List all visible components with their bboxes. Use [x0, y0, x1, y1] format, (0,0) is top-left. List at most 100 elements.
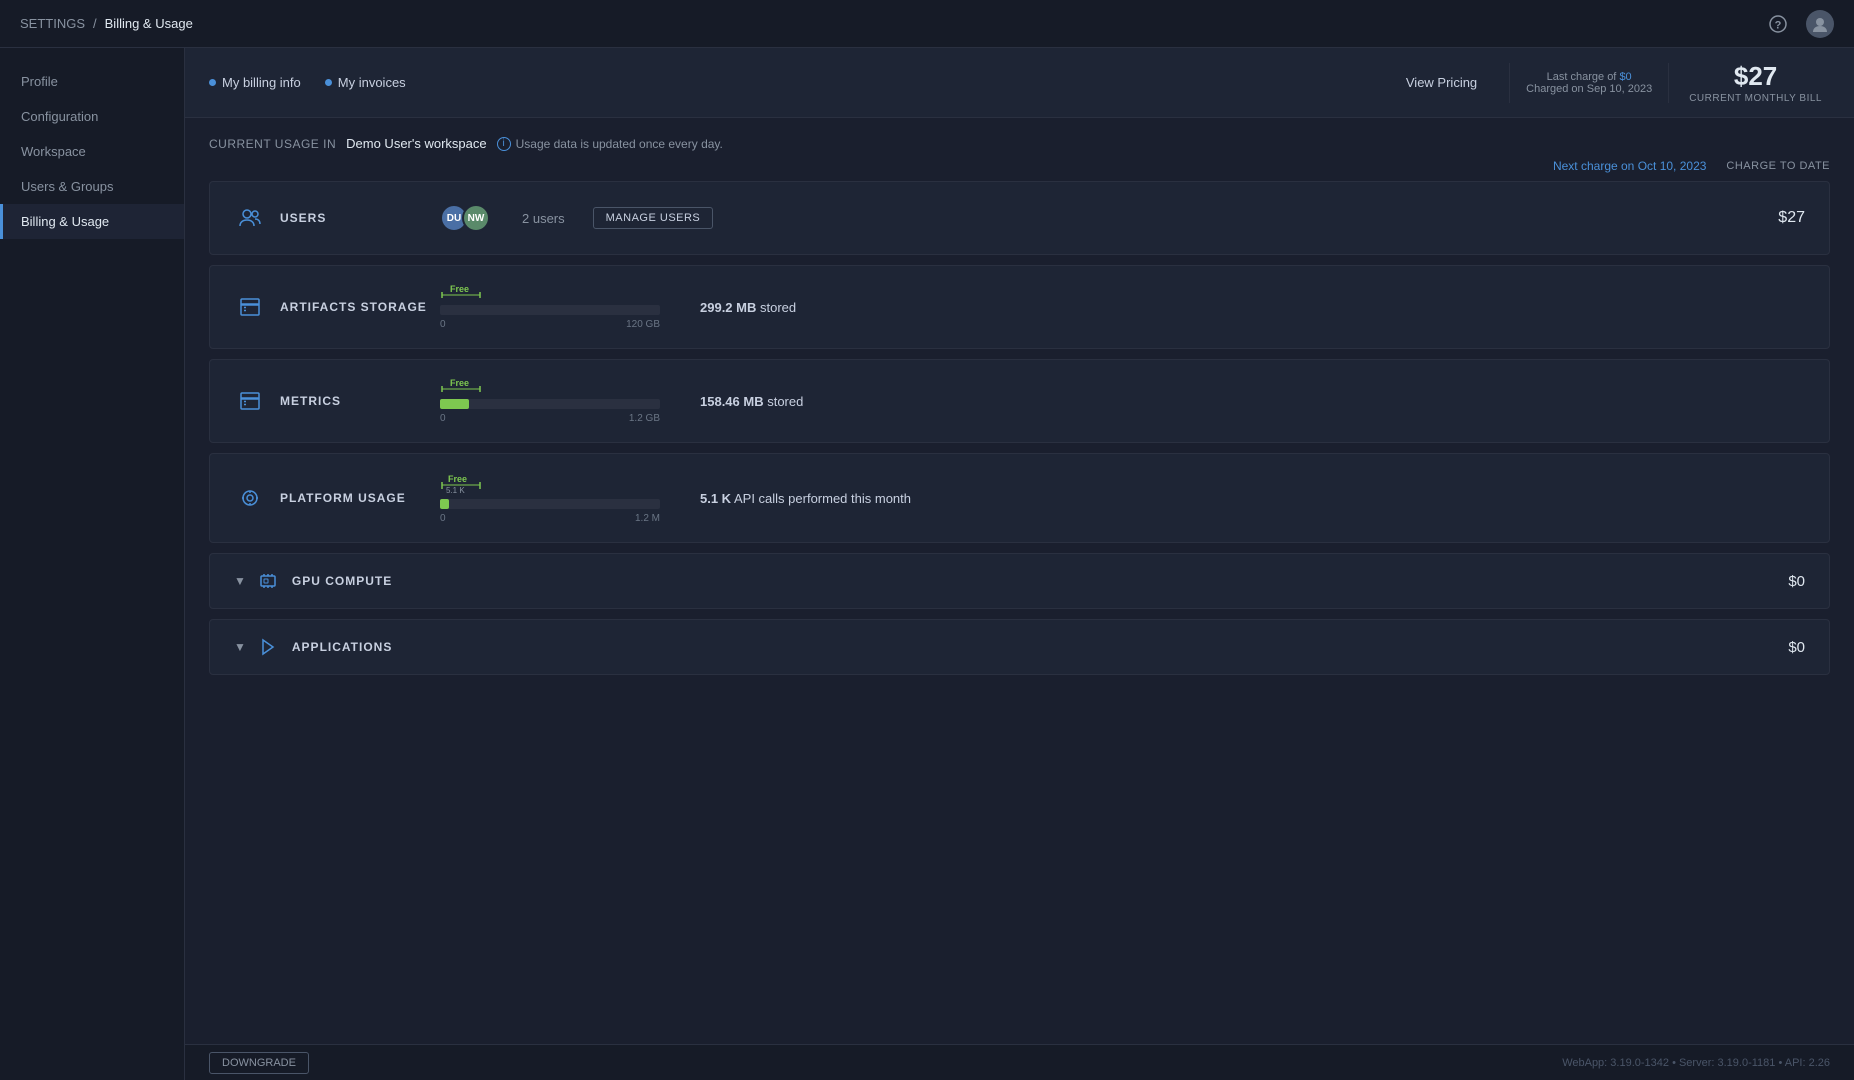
- platform-progress-bar: [440, 499, 660, 509]
- metrics-stored-text: 158.46 MB stored: [700, 394, 803, 409]
- avatar-group: DU NW: [440, 204, 490, 232]
- users-card-title: USERS: [280, 211, 440, 225]
- gpu-collapse-row[interactable]: ▼ GPU COMPUTE: [210, 554, 1829, 608]
- billing-divider-1: [1509, 63, 1510, 103]
- metrics-card-center: Free 0 1.2 GB 158.4: [440, 378, 1805, 424]
- gpu-card: ▼ GPU COMPUTE: [209, 553, 1830, 609]
- applications-collapse-row[interactable]: ▼ APPLICATIONS $0: [210, 620, 1829, 674]
- applications-card: ▼ APPLICATIONS $0: [209, 619, 1830, 675]
- artifacts-card-title: ARTIFACTS STORAGE: [280, 300, 440, 314]
- applications-chevron-icon: ▼: [234, 640, 246, 654]
- manage-users-button[interactable]: MANAGE USERS: [593, 207, 714, 229]
- info-icon: i: [497, 137, 511, 151]
- breadcrumb-settings: SETTINGS: [20, 16, 85, 31]
- artifacts-free-label-row: Free: [440, 284, 660, 300]
- metrics-icon: [234, 392, 266, 410]
- user-icon: [1811, 15, 1829, 33]
- metrics-card-row: METRICS Free: [210, 360, 1829, 442]
- artifacts-free-range-svg: Free: [440, 284, 500, 300]
- downgrade-button[interactable]: DOWNGRADE: [209, 1052, 309, 1074]
- metrics-bar-fill: [440, 399, 469, 409]
- version-text: WebApp: 3.19.0-1342 • Server: 3.19.0-118…: [1562, 1057, 1830, 1069]
- info-badge: i Usage data is updated once every day.: [497, 137, 723, 151]
- breadcrumb: SETTINGS / Billing & Usage: [20, 16, 193, 31]
- user-avatar-button[interactable]: [1806, 10, 1834, 38]
- monthly-bill-block: $27 CURRENT MONTHLY BILL: [1669, 61, 1830, 103]
- svg-text:Free: Free: [450, 378, 469, 388]
- artifacts-progress-range: 0 120 GB: [440, 319, 660, 330]
- billing-header: My billing info My invoices View Pricing…: [185, 48, 1854, 118]
- users-amount: $27: [1778, 209, 1805, 227]
- top-nav-icons: ?: [1764, 10, 1834, 38]
- help-button[interactable]: ?: [1764, 10, 1792, 38]
- platform-api-calls-text: 5.1 K API calls performed this month: [700, 491, 911, 506]
- billing-tab-info[interactable]: My billing info: [209, 75, 301, 90]
- usage-header-row: CURRENT USAGE IN Demo User's workspace i…: [185, 118, 1854, 157]
- tab-dot-invoices: [325, 79, 332, 86]
- applications-amount: $0: [1788, 639, 1805, 656]
- billing-tabs: My billing info My invoices: [209, 75, 406, 90]
- artifacts-progress-container: Free 0 120 GB: [440, 284, 660, 330]
- help-icon: ?: [1769, 15, 1787, 33]
- svg-text:5.1 K: 5.1 K: [446, 486, 465, 494]
- metrics-progress-container: Free 0 1.2 GB: [440, 378, 660, 424]
- view-pricing-button[interactable]: View Pricing: [1390, 69, 1493, 96]
- platform-progress-range: 0 1.2 M: [440, 513, 660, 524]
- sidebar-item-configuration[interactable]: Configuration: [0, 99, 184, 134]
- sidebar-item-workspace[interactable]: Workspace: [0, 134, 184, 169]
- metrics-free-range-svg: Free: [440, 378, 500, 394]
- gpu-icon: [256, 572, 280, 590]
- platform-card-row: PLATFORM USAGE Free 5.1 K: [210, 454, 1829, 542]
- artifacts-progress-bar: [440, 305, 660, 315]
- gpu-chevron-icon: ▼: [234, 574, 246, 588]
- metrics-progress-range: 0 1.2 GB: [440, 413, 660, 424]
- svg-text:Free: Free: [448, 474, 467, 484]
- gpu-amount: $0: [1788, 573, 1805, 590]
- platform-bar-fill: [440, 499, 449, 509]
- main-content: My billing info My invoices View Pricing…: [185, 48, 1854, 1080]
- artifacts-card-center: Free 0 120 GB 299.2: [440, 284, 1805, 330]
- metrics-free-label-row: Free: [440, 378, 660, 394]
- users-icon: [234, 209, 266, 227]
- platform-free-range-svg: Free 5.1 K: [440, 472, 520, 494]
- billing-right: View Pricing Last charge of $0 Charged o…: [1390, 61, 1830, 103]
- users-card: USERS DU NW 2 users MANAGE USERS $27: [209, 181, 1830, 255]
- top-nav: SETTINGS / Billing & Usage ?: [0, 0, 1854, 48]
- users-card-row: USERS DU NW 2 users MANAGE USERS $27: [210, 182, 1829, 254]
- platform-progress-container: Free 5.1 K 0 1.2 M: [440, 472, 660, 524]
- charge-to-date-button[interactable]: CHARGE TO DATE: [1726, 160, 1830, 172]
- platform-card-center: Free 5.1 K 0 1.2 M: [440, 472, 1805, 524]
- sidebar-item-profile[interactable]: Profile: [0, 64, 184, 99]
- sidebar: Profile Configuration Workspace Users & …: [0, 48, 185, 1080]
- applications-icon: [256, 638, 280, 656]
- platform-free-label-row: Free 5.1 K: [440, 472, 660, 494]
- next-charge-row: Next charge on Oct 10, 2023 CHARGE TO DA…: [185, 157, 1854, 181]
- breadcrumb-current: Billing & Usage: [105, 16, 193, 31]
- users-card-center: DU NW 2 users MANAGE USERS: [440, 204, 1778, 232]
- applications-title: APPLICATIONS: [292, 640, 392, 654]
- sidebar-item-users-groups[interactable]: Users & Groups: [0, 169, 184, 204]
- platform-card: PLATFORM USAGE Free 5.1 K: [209, 453, 1830, 543]
- artifacts-icon: [234, 298, 266, 316]
- gpu-title: GPU COMPUTE: [292, 574, 392, 588]
- artifacts-stored-text: 299.2 MB stored: [700, 300, 796, 315]
- metrics-progress-bar: [440, 399, 660, 409]
- avatar-nw: NW: [462, 204, 490, 232]
- svg-text:?: ?: [1775, 19, 1782, 31]
- usage-title: CURRENT USAGE IN Demo User's workspace i…: [209, 136, 723, 151]
- breadcrumb-separator: /: [93, 16, 97, 31]
- platform-card-title: PLATFORM USAGE: [280, 491, 440, 505]
- artifacts-card: ARTIFACTS STORAGE Free: [209, 265, 1830, 349]
- sidebar-item-billing-usage[interactable]: Billing & Usage: [0, 204, 184, 239]
- billing-tab-invoices[interactable]: My invoices: [325, 75, 406, 90]
- last-charge-block: Last charge of $0 Charged on Sep 10, 202…: [1526, 71, 1668, 95]
- tab-dot-info: [209, 79, 216, 86]
- artifacts-card-row: ARTIFACTS STORAGE Free: [210, 266, 1829, 348]
- svg-text:Free: Free: [450, 284, 469, 294]
- footer-bar: DOWNGRADE WebApp: 3.19.0-1342 • Server: …: [185, 1044, 1854, 1080]
- layout: Profile Configuration Workspace Users & …: [0, 48, 1854, 1080]
- platform-icon: [234, 489, 266, 507]
- usage-cards: USERS DU NW 2 users MANAGE USERS $27: [185, 181, 1854, 685]
- metrics-card: METRICS Free: [209, 359, 1830, 443]
- metrics-card-title: METRICS: [280, 394, 440, 408]
